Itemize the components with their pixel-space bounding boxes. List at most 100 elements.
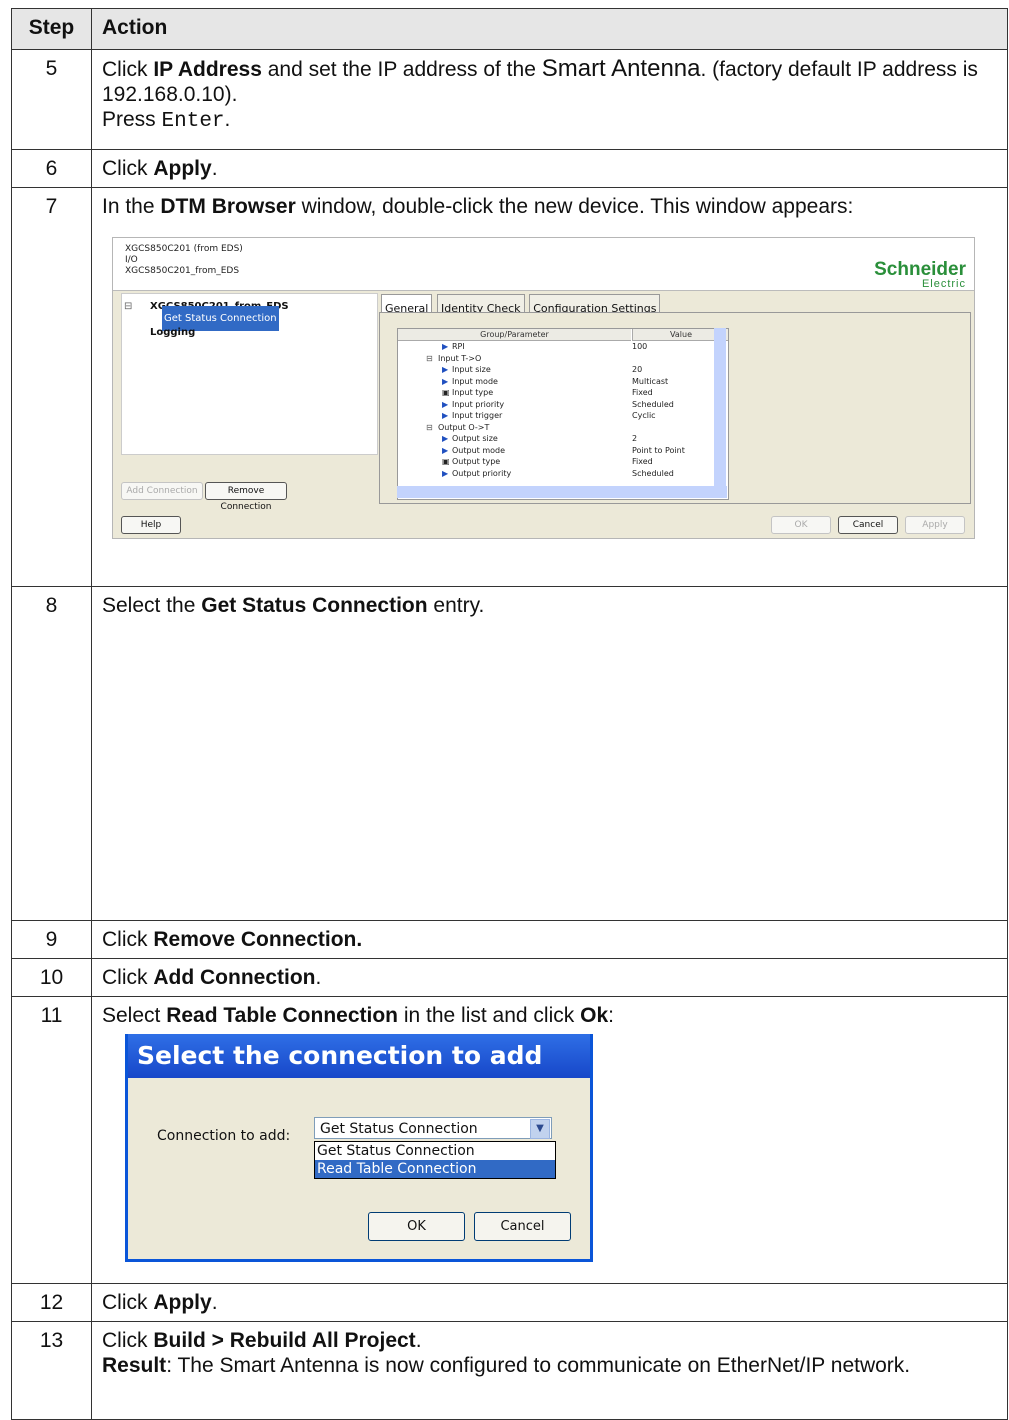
grid-row[interactable]: ▶ Output priority Scheduled [398,468,728,479]
grid-row[interactable]: ▶ RPI 100 [398,341,728,352]
vertical-scrollbar[interactable] [714,328,726,486]
step-action: Click Build > Rebuild All Project. Resul… [91,1321,1008,1420]
dtm-window-screenshot: XGCS850C201 (from EDS) I/O XGCS850C201_f… [112,237,975,539]
parameter-name: Output type [452,457,501,466]
table-row: 13 Click Build > Rebuild All Project. Re… [11,1321,1008,1420]
result-label: Result [102,1354,167,1377]
text: . [211,1291,218,1314]
grid-row[interactable]: ▶ Input size 20 [398,364,728,375]
parameter-value: Fixed [632,457,653,466]
arrow-right-icon: ▶ [442,411,449,420]
grid-row[interactable]: ▶ Output size 2 [398,433,728,444]
parameter-name: Input type [452,388,494,397]
connection-options-list[interactable]: Get Status Connection Read Table Connect… [314,1141,556,1179]
tree-item-logging[interactable]: Logging [150,320,195,345]
table-row: 10 Click Add Connection. [11,958,1008,997]
text: entry. [427,594,485,617]
text: . [315,966,322,989]
apply-button[interactable]: Apply [905,516,965,534]
text: Click [102,157,154,180]
parameter-value: Multicast [632,376,669,386]
parameter-value: Fixed [632,388,653,397]
dialog-title: Select the connection to add [128,1034,590,1078]
ui-term: Apply [153,1291,212,1314]
ui-term: Remove Connection. [153,928,363,951]
parameter-name: Output size [452,434,498,443]
help-button[interactable]: Help [121,516,181,534]
step-action: Click Remove Connection. [91,920,1008,959]
parameter-name: RPI [452,342,465,351]
grid-row[interactable]: ⊟ Output O->T [398,422,728,433]
dialog-cancel-button[interactable]: Cancel [474,1212,571,1241]
step-action: In the DTM Browser window, double-click … [91,187,1008,587]
general-panel: Group/Parameter Value ▶ RPI 100 ⊟ Input T->O… [379,312,971,504]
parameter-name: Input size [452,365,491,374]
step-number: 7 [11,187,92,587]
horizontal-scrollbar[interactable] [397,486,727,498]
grid-row[interactable]: ▶ Input trigger Cyclic [398,410,728,421]
step-action: Select the Get Status Connection entry. [91,586,1008,921]
ui-term: Add Connection [153,966,316,989]
grid-row[interactable]: ▶ Output mode Point to Point [398,445,728,456]
dialog-ok-button[interactable]: OK [368,1212,465,1241]
text: . [224,108,231,131]
parameter-name: Input T->O [438,353,482,363]
grid-row[interactable]: ▶ Input mode Multicast [398,376,728,387]
grid-row[interactable]: ▣ Input type Fixed [398,387,728,398]
parameter-name: Input mode [452,376,498,386]
parameter-name: Input priority [452,399,505,409]
add-connection-button[interactable]: Add Connection [121,482,203,500]
connection-selected-value: Get Status Connection [320,1121,478,1137]
connection-label: Connection to add: [157,1128,291,1144]
ui-term: Ok [580,1004,609,1027]
lock-icon: ▣ [442,457,450,466]
parameter-value: Point to Point [632,445,685,455]
remove-connection-button[interactable]: Remove Connection [205,482,287,512]
step-action: Select Read Table Connection in the list… [91,996,1008,1284]
text: Select the [102,594,202,617]
parameter-name: Input trigger [452,411,503,420]
option-get-status[interactable]: Get Status Connection [315,1142,555,1160]
step-action: Click Apply. [91,149,1008,188]
arrow-right-icon: ▶ [442,445,449,455]
collapse-icon[interactable]: ⊟ [124,294,132,319]
ui-term: IP Address [153,58,262,81]
option-read-table[interactable]: Read Table Connection [315,1160,555,1178]
ok-button[interactable]: OK [771,516,831,534]
ui-term: Build > Rebuild All Project [153,1329,416,1352]
table-row: 5 Click IP Address and set the IP addres… [11,49,1008,150]
grid-row[interactable]: ▶ Input priority Scheduled [398,399,728,410]
text: In the [102,195,161,218]
grid-row[interactable]: ▣ Output type Fixed [398,456,728,467]
arrow-right-icon: ▶ [442,468,449,478]
ui-term: Get Status Connection [201,594,428,617]
parameter-name: Output O->T [438,422,490,432]
parameter-value: 100 [632,342,648,351]
parameter-grid[interactable]: Group/Parameter Value ▶ RPI 100 ⊟ Input T->O… [397,328,729,500]
arrow-right-icon: ▶ [442,376,449,386]
cancel-button[interactable]: Cancel [838,516,898,534]
step-number: 10 [11,958,92,997]
table-row: 8 Select the Get Status Connection entry… [11,586,1008,921]
text: . [211,157,218,180]
parameter-name: Output mode [452,445,506,455]
step-header: Step [11,8,92,50]
connection-select[interactable]: Get Status Connection ▼ [314,1117,552,1139]
text: Click [102,1291,154,1314]
step-number: 5 [11,49,92,150]
logo-word: Schneider [874,259,966,280]
device-tree[interactable]: ⊟ XGCS850C201_from_EDS Get Status Connec… [121,293,378,455]
step-number: 8 [11,586,92,921]
table-row: 9 Click Remove Connection. [11,920,1008,959]
chevron-down-icon[interactable]: ▼ [530,1119,550,1139]
step-action: Click IP Address and set the IP address … [91,49,1008,150]
grid-row[interactable]: ⊟ Input T->O [398,353,728,364]
tab-bar: General Identity Check Configuration Set… [381,294,661,323]
header-row: Step Action [11,8,1008,50]
param-column-header: Group/Parameter [398,329,631,341]
table-row: 6 Click Apply. [11,149,1008,188]
step-number: 11 [11,996,92,1284]
arrow-right-icon: ▶ [442,434,449,443]
parameter-value: 20 [632,365,643,374]
parameter-value: Scheduled [632,399,674,409]
